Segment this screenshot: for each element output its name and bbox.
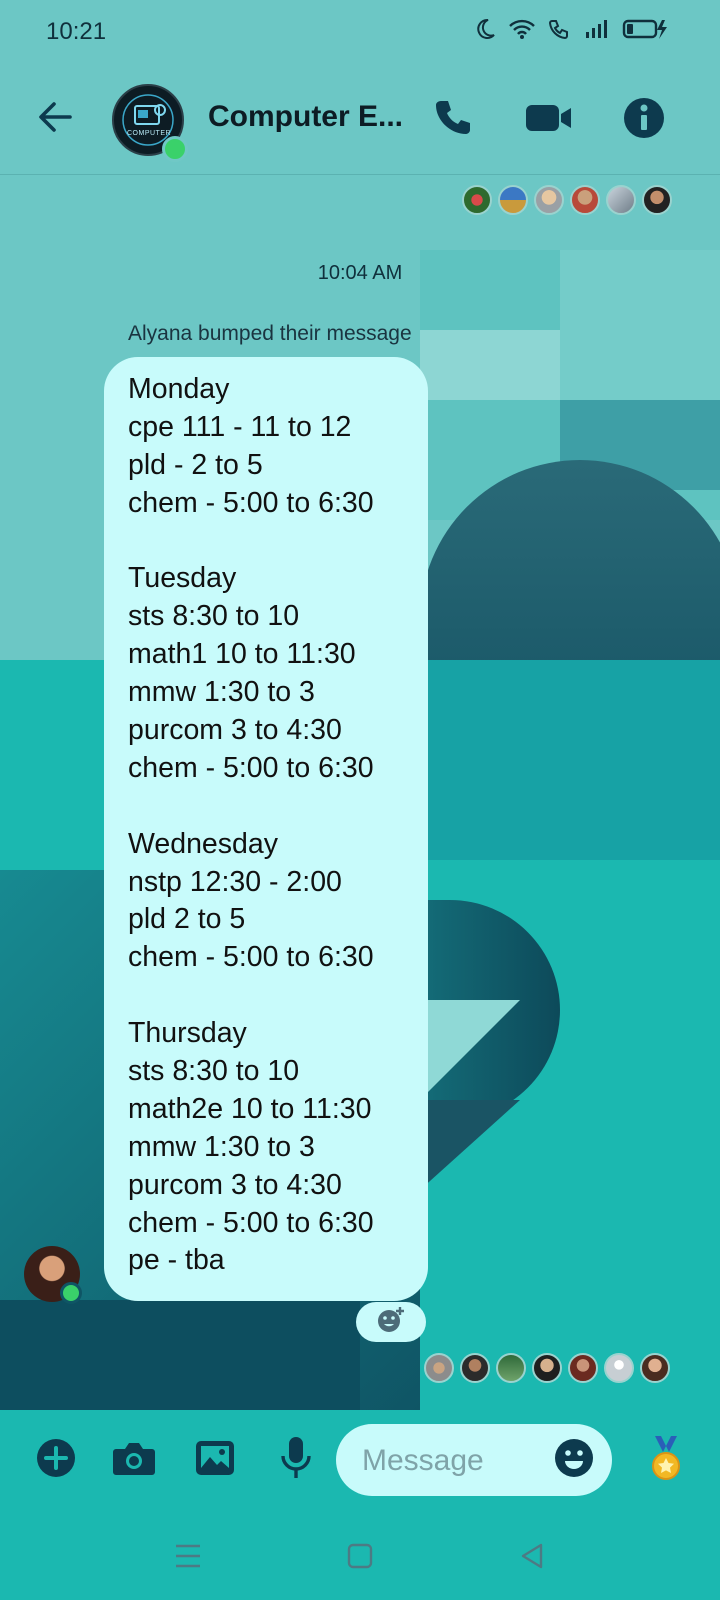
seen-avatar bbox=[534, 185, 564, 215]
message-timestamp: 10:04 AM bbox=[317, 262, 403, 284]
like-sticker-button[interactable] bbox=[646, 1434, 686, 1486]
moon-icon bbox=[476, 18, 496, 45]
back-button[interactable] bbox=[30, 94, 80, 144]
status-time: 10:21 bbox=[46, 18, 107, 45]
message-line: pld - 2 to 5 bbox=[128, 448, 263, 481]
info-icon bbox=[623, 97, 665, 144]
add-reaction-icon bbox=[376, 1305, 406, 1340]
seen-avatar bbox=[570, 185, 600, 215]
message-line: math1 10 to 11:30 bbox=[128, 638, 356, 671]
back-triangle-icon bbox=[519, 1543, 545, 1574]
group-avatar-text: COMPUTER bbox=[127, 130, 172, 137]
seen-avatar bbox=[568, 1353, 598, 1383]
video-camera-icon bbox=[524, 102, 574, 139]
message-line: mmw 1:30 to 3 bbox=[128, 1130, 315, 1163]
phone-icon bbox=[432, 98, 472, 143]
system-navigation-bar bbox=[0, 1520, 720, 1600]
voice-call-button[interactable] bbox=[428, 96, 476, 144]
message-line: sts 8:30 to 10 bbox=[128, 1055, 300, 1088]
message-line bbox=[128, 788, 428, 826]
group-avatar[interactable]: COMPUTER bbox=[112, 84, 188, 162]
message-line: math2e 10 to 11:30 bbox=[128, 1092, 372, 1125]
message-input[interactable]: Message bbox=[336, 1424, 612, 1496]
chat-header: COMPUTER Computer E... bbox=[0, 64, 720, 175]
message-composer: Message bbox=[0, 1410, 720, 1520]
video-call-button[interactable] bbox=[522, 98, 576, 142]
message-line: chem - 5:00 to 6:30 bbox=[128, 1206, 374, 1239]
message-line: nstp 12:30 - 2:00 bbox=[128, 865, 342, 898]
wifi-icon bbox=[508, 18, 536, 45]
message-line bbox=[128, 523, 428, 561]
message-line: pld 2 to 5 bbox=[128, 903, 246, 936]
home-button[interactable] bbox=[340, 1538, 380, 1578]
battery-charging-icon bbox=[622, 18, 670, 45]
status-bar: 10:21 bbox=[0, 0, 720, 64]
gallery-button[interactable] bbox=[192, 1438, 238, 1482]
back-arrow-icon bbox=[36, 100, 74, 139]
message-line: chem - 5:00 to 6:30 bbox=[128, 941, 374, 974]
menu-icon bbox=[174, 1543, 202, 1574]
image-icon bbox=[195, 1440, 235, 1481]
recent-apps-button[interactable] bbox=[168, 1538, 208, 1578]
seen-avatar bbox=[606, 185, 636, 215]
seen-avatar bbox=[604, 1353, 634, 1383]
message-line: Wednesday bbox=[128, 827, 278, 860]
seen-avatar bbox=[640, 1353, 670, 1383]
seen-avatar bbox=[462, 185, 492, 215]
message-line: purcom 3 to 4:30 bbox=[128, 1168, 342, 1201]
message-line: mmw 1:30 to 3 bbox=[128, 676, 315, 709]
message-line bbox=[128, 977, 428, 1015]
plus-icon bbox=[36, 1438, 76, 1483]
bump-notice: Alyana bumped their message bbox=[128, 322, 412, 345]
message-line: Tuesday bbox=[128, 562, 237, 595]
message-line: cpe 111 - 11 to 12 bbox=[128, 410, 352, 443]
message-line: chem - 5:00 to 6:30 bbox=[128, 486, 374, 519]
microphone-icon bbox=[280, 1436, 312, 1485]
camera-icon bbox=[112, 1439, 156, 1482]
home-icon bbox=[347, 1543, 373, 1574]
camera-button[interactable] bbox=[110, 1438, 158, 1482]
nav-back-button[interactable] bbox=[512, 1538, 552, 1578]
emoji-icon bbox=[554, 1438, 594, 1483]
seen-avatar bbox=[496, 1353, 526, 1383]
message-line: purcom 3 to 4:30 bbox=[128, 714, 342, 747]
message-line: Thursday bbox=[128, 1017, 247, 1050]
add-button[interactable] bbox=[34, 1438, 78, 1482]
seen-avatar bbox=[460, 1353, 490, 1383]
seen-by-row[interactable] bbox=[462, 185, 672, 215]
emoji-button[interactable] bbox=[554, 1438, 594, 1483]
seen-by-row[interactable] bbox=[424, 1353, 670, 1383]
seen-avatar bbox=[424, 1353, 454, 1383]
message-line: Monday bbox=[128, 373, 230, 405]
voice-message-button[interactable] bbox=[274, 1436, 318, 1484]
seen-avatar bbox=[532, 1353, 562, 1383]
add-reaction-button[interactable] bbox=[356, 1302, 426, 1342]
wifi-call-icon bbox=[548, 18, 572, 45]
chat-title[interactable]: Computer E... bbox=[208, 100, 403, 134]
message-placeholder: Message bbox=[362, 1444, 484, 1477]
message-bubble[interactable]: Monday cpe 111 - 11 to 12 pld - 2 to 5 c… bbox=[104, 357, 428, 1301]
sender-avatar[interactable] bbox=[24, 1246, 82, 1304]
signal-icon bbox=[584, 18, 610, 45]
online-status-dot bbox=[60, 1282, 82, 1304]
info-button[interactable] bbox=[620, 96, 668, 144]
message-line: sts 8:30 to 10 bbox=[128, 600, 300, 633]
online-status-dot bbox=[162, 136, 188, 162]
message-line: chem - 5:00 to 6:30 bbox=[128, 751, 374, 784]
medal-icon bbox=[649, 1434, 683, 1487]
seen-avatar bbox=[642, 185, 672, 215]
seen-avatar bbox=[498, 185, 528, 215]
message-line: pe - tba bbox=[128, 1244, 225, 1277]
